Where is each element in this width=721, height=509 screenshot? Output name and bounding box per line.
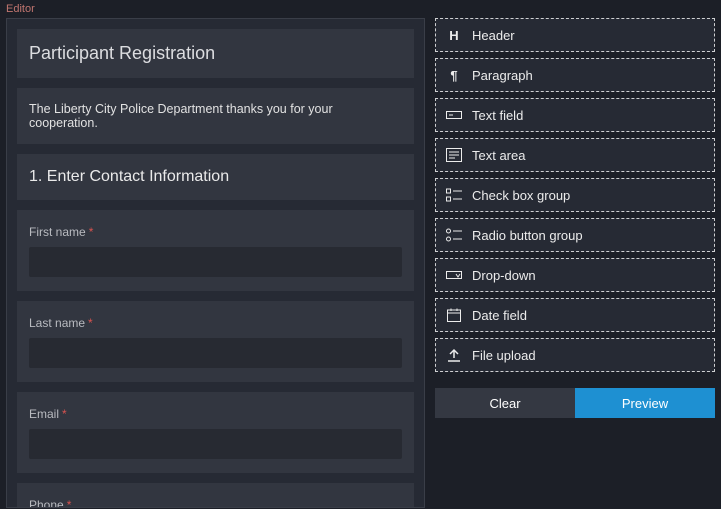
- palette-checkbox-group[interactable]: Check box group: [435, 178, 715, 212]
- editor-layout: Participant Registration The Liberty Cit…: [0, 18, 721, 509]
- palette-label: Drop-down: [472, 268, 536, 283]
- field-email[interactable]: Email*: [17, 392, 414, 473]
- field-label: Email*: [29, 407, 67, 421]
- palette-label: File upload: [472, 348, 536, 363]
- required-marker: *: [89, 225, 94, 239]
- palette-paragraph[interactable]: ¶ Paragraph: [435, 58, 715, 92]
- form-section-header: 1. Enter Contact Information: [29, 168, 402, 186]
- palette-date-field[interactable]: Date field: [435, 298, 715, 332]
- preview-button[interactable]: Preview: [575, 388, 715, 418]
- last-name-input[interactable]: [29, 338, 402, 368]
- palette-label: Check box group: [472, 188, 570, 203]
- palette-label: Text area: [472, 148, 525, 163]
- palette-label: Text field: [472, 108, 523, 123]
- palette-header[interactable]: H Header: [435, 18, 715, 52]
- header-icon: H: [446, 27, 462, 43]
- required-marker: *: [67, 498, 72, 508]
- form-canvas[interactable]: Participant Registration The Liberty Cit…: [6, 18, 425, 508]
- radio-icon: [446, 227, 462, 243]
- form-description-block[interactable]: The Liberty City Police Department thank…: [17, 88, 414, 144]
- editor-label: Editor: [0, 0, 721, 18]
- action-buttons: Clear Preview: [435, 388, 715, 418]
- form-title: Participant Registration: [29, 43, 402, 64]
- paragraph-icon: ¶: [446, 67, 462, 83]
- palette-label: Paragraph: [472, 68, 533, 83]
- field-last-name[interactable]: Last name*: [17, 301, 414, 382]
- palette-label: Radio button group: [472, 228, 583, 243]
- form-description: The Liberty City Police Department thank…: [29, 102, 402, 130]
- required-marker: *: [62, 407, 67, 421]
- palette-dropdown[interactable]: Drop-down: [435, 258, 715, 292]
- component-palette: H Header ¶ Paragraph Text field Text are…: [435, 18, 715, 508]
- field-phone[interactable]: Phone*: [17, 483, 414, 508]
- palette-label: Header: [472, 28, 515, 43]
- field-label: Phone*: [29, 498, 71, 508]
- palette-text-area[interactable]: Text area: [435, 138, 715, 172]
- palette-file-upload[interactable]: File upload: [435, 338, 715, 372]
- palette-label: Date field: [472, 308, 527, 323]
- first-name-input[interactable]: [29, 247, 402, 277]
- date-icon: [446, 307, 462, 323]
- field-label: Last name*: [29, 316, 93, 330]
- palette-text-field[interactable]: Text field: [435, 98, 715, 132]
- clear-button[interactable]: Clear: [435, 388, 575, 418]
- field-label: First name*: [29, 225, 93, 239]
- field-first-name[interactable]: First name*: [17, 210, 414, 291]
- form-section-header-block[interactable]: 1. Enter Contact Information: [17, 154, 414, 200]
- textarea-icon: [446, 147, 462, 163]
- palette-radio-group[interactable]: Radio button group: [435, 218, 715, 252]
- checkbox-icon: [446, 187, 462, 203]
- email-input[interactable]: [29, 429, 402, 459]
- required-marker: *: [88, 316, 93, 330]
- upload-icon: [446, 347, 462, 363]
- form-title-block[interactable]: Participant Registration: [17, 29, 414, 78]
- textfield-icon: [446, 107, 462, 123]
- dropdown-icon: [446, 267, 462, 283]
